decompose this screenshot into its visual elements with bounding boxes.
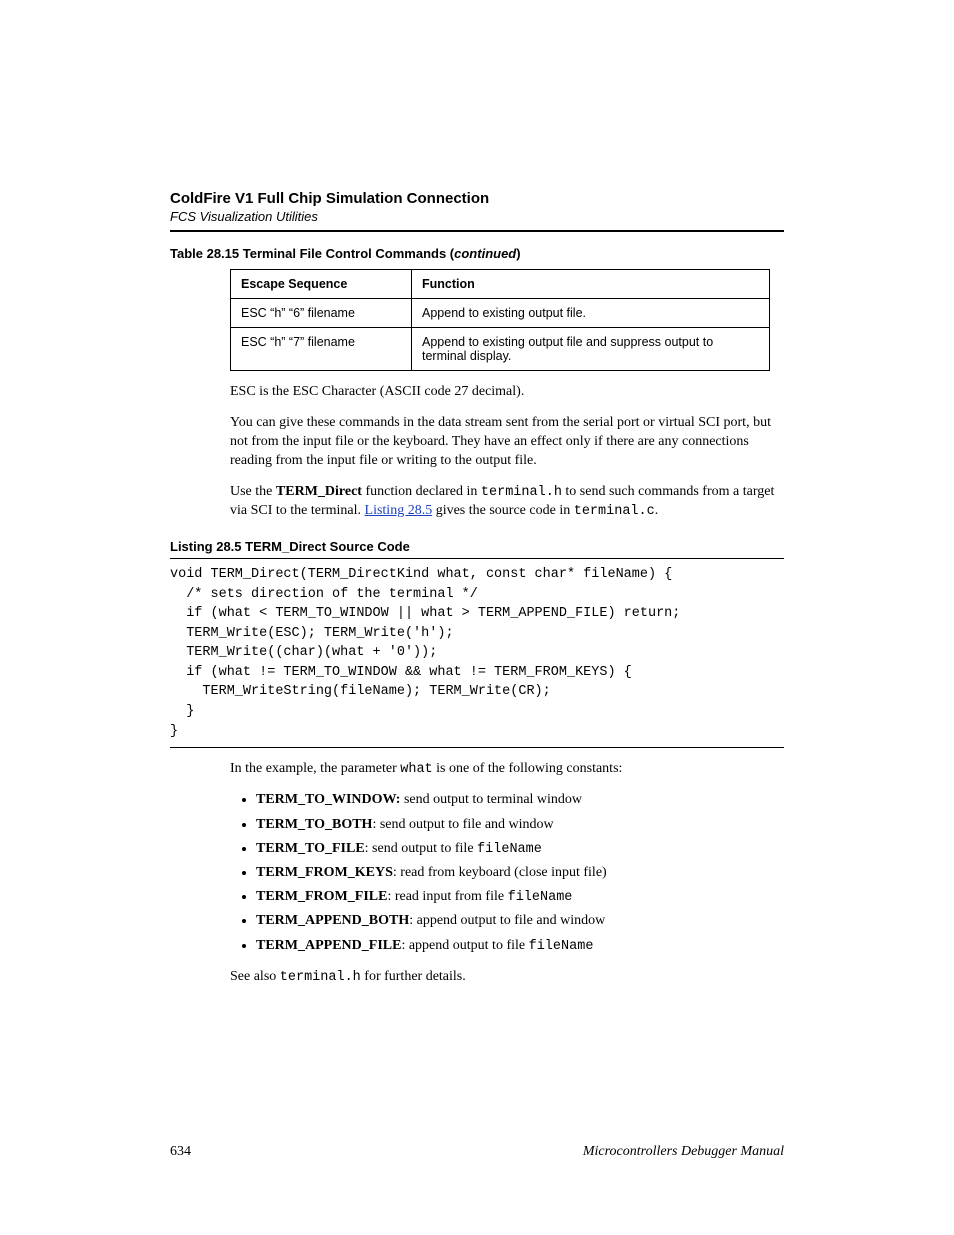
list-item: TERM_TO_FILE: send output to file fileNa… — [256, 840, 784, 859]
const-desc: : read input from file — [387, 889, 507, 904]
header-rule — [170, 230, 784, 232]
const-name: TERM_APPEND_FILE — [256, 938, 401, 953]
col-escape-sequence: Escape Sequence — [231, 270, 412, 299]
code-listing: void TERM_Direct(TERM_DirectKind what, c… — [170, 565, 784, 741]
code-inline: what — [400, 762, 432, 777]
const-name: TERM_TO_FILE — [256, 841, 365, 856]
table-row: ESC “h” “7” filename Append to existing … — [231, 328, 770, 371]
text: Use the — [230, 484, 276, 499]
const-name: TERM_TO_WINDOW: — [256, 792, 400, 807]
text: In the example, the parameter — [230, 761, 400, 776]
const-name: TERM_FROM_FILE — [256, 889, 387, 904]
code-inline: terminal.c — [574, 504, 655, 519]
listing-rule-bottom — [170, 747, 784, 748]
table-caption: Table 28.15 Terminal File Control Comman… — [170, 246, 784, 261]
paragraph: In the example, the parameter what is on… — [230, 760, 784, 779]
const-desc: send output to terminal window — [400, 792, 582, 807]
const-desc: : append output to file — [401, 938, 528, 953]
text: gives the source code in — [432, 503, 574, 518]
doc-title: ColdFire V1 Full Chip Simulation Connect… — [170, 190, 784, 207]
cell-escape: ESC “h” “7” filename — [231, 328, 412, 371]
listing-caption: Listing 28.5 TERM_Direct Source Code — [170, 539, 784, 554]
list-item: TERM_FROM_FILE: read input from file fil… — [256, 888, 784, 907]
page-number: 634 — [170, 1144, 191, 1160]
const-desc: : send output to file and window — [372, 817, 553, 832]
page: ColdFire V1 Full Chip Simulation Connect… — [0, 0, 954, 1235]
paragraph: See also terminal.h for further details. — [230, 968, 784, 987]
page-footer: 634 Microcontrollers Debugger Manual — [170, 1144, 784, 1160]
listing-link[interactable]: Listing 28.5 — [365, 503, 433, 518]
page-header: ColdFire V1 Full Chip Simulation Connect… — [170, 190, 784, 232]
doc-subtitle: FCS Visualization Utilities — [170, 209, 784, 224]
cell-function: Append to existing output file and suppr… — [412, 328, 770, 371]
paragraph: ESC is the ESC Character (ASCII code 27 … — [230, 383, 784, 402]
const-name: TERM_APPEND_BOTH — [256, 913, 409, 928]
manual-title: Microcontrollers Debugger Manual — [583, 1144, 784, 1160]
constants-list: TERM_TO_WINDOW: send output to terminal … — [230, 791, 784, 956]
listing-rule-top — [170, 558, 784, 559]
const-desc: : read from keyboard (close input file) — [393, 865, 607, 880]
list-item: TERM_APPEND_FILE: append output to file … — [256, 937, 784, 956]
term-direct-bold: TERM_Direct — [276, 484, 362, 499]
example-section: In the example, the parameter what is on… — [230, 760, 784, 779]
col-function: Function — [412, 270, 770, 299]
list-item: TERM_TO_WINDOW: send output to terminal … — [256, 791, 784, 810]
code-inline: fileName — [477, 842, 542, 857]
const-name: TERM_FROM_KEYS — [256, 865, 393, 880]
code-inline: fileName — [508, 890, 573, 905]
table-row: ESC “h” “6” filename Append to existing … — [231, 299, 770, 328]
outro: See also terminal.h for further details. — [230, 968, 784, 987]
table-caption-suffix: ) — [516, 246, 520, 261]
const-desc: : send output to file — [365, 841, 477, 856]
table-caption-prefix: Table 28.15 Terminal File Control Comman… — [170, 246, 454, 261]
paragraph: Use the TERM_Direct function declared in… — [230, 483, 784, 521]
cell-escape: ESC “h” “6” filename — [231, 299, 412, 328]
text: is one of the following constants: — [433, 761, 623, 776]
list-item: TERM_TO_BOTH: send output to file and wi… — [256, 816, 784, 835]
text: function declared in — [362, 484, 481, 499]
cell-function: Append to existing output file. — [412, 299, 770, 328]
const-desc: : append output to file and window — [409, 913, 605, 928]
body-text: ESC is the ESC Character (ASCII code 27 … — [230, 383, 784, 521]
code-inline: terminal.h — [481, 485, 562, 500]
const-name: TERM_TO_BOTH — [256, 817, 372, 832]
list-item: TERM_APPEND_BOTH: append output to file … — [256, 912, 784, 931]
paragraph: You can give these commands in the data … — [230, 414, 784, 471]
table-caption-continued: continued — [454, 246, 516, 261]
commands-table: Escape Sequence Function ESC “h” “6” fil… — [230, 269, 770, 371]
text: for further details. — [361, 969, 466, 984]
code-inline: fileName — [529, 939, 594, 954]
text: See also — [230, 969, 280, 984]
text: . — [655, 503, 659, 518]
list-item: TERM_FROM_KEYS: read from keyboard (clos… — [256, 864, 784, 883]
code-inline: terminal.h — [280, 970, 361, 985]
table-header-row: Escape Sequence Function — [231, 270, 770, 299]
